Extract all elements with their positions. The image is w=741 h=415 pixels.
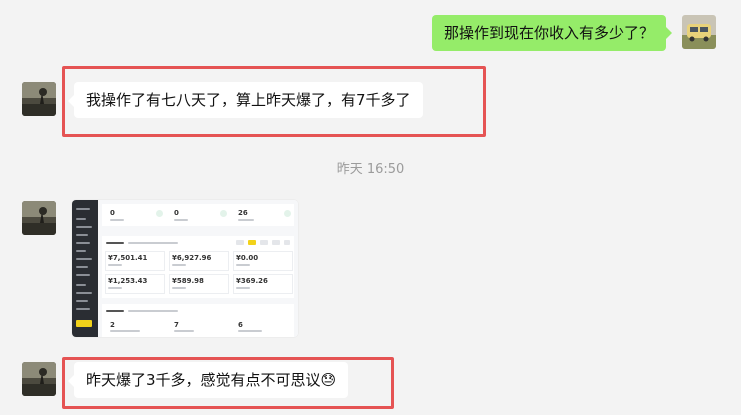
- landscape-photo-icon: [22, 201, 56, 235]
- revenue-value: ¥0.00: [236, 254, 259, 262]
- timestamp: 昨天 16:50: [336, 162, 405, 177]
- bubble-tail: [666, 27, 672, 39]
- contact-avatar[interactable]: [22, 362, 56, 396]
- my-avatar[interactable]: [682, 15, 716, 49]
- revenue-value: ¥7,501.41: [108, 254, 148, 262]
- message-bubble-outgoing[interactable]: 那操作到现在你收入有多少了？: [431, 15, 666, 51]
- stat-value: 0: [174, 209, 179, 217]
- stat-value: 7: [174, 321, 179, 329]
- contact-avatar[interactable]: [22, 201, 56, 235]
- landscape-photo-icon: [22, 82, 56, 116]
- screenshot-image-message[interactable]: 0 0 26 ¥7,501.41 ¥6,927.96 ¥0.00 ¥1,253.…: [72, 200, 298, 337]
- revenue-value: ¥1,253.43: [108, 277, 148, 285]
- dashboard-main: 0 0 26 ¥7,501.41 ¥6,927.96 ¥0.00 ¥1,253.…: [98, 200, 298, 337]
- revenue-value: ¥589.98: [172, 277, 204, 285]
- revenue-value: ¥369.26: [236, 277, 268, 285]
- contact-avatar[interactable]: [22, 82, 56, 116]
- dashboard-sidebar: [72, 200, 98, 337]
- message-text: 那操作到现在你收入有多少了？: [443, 24, 654, 42]
- highlight-box: [62, 66, 486, 137]
- stat-value: 0: [110, 209, 115, 217]
- van-photo-icon: [682, 15, 716, 49]
- stat-value: 26: [238, 209, 248, 217]
- stat-value: 6: [238, 321, 243, 329]
- landscape-photo-icon: [22, 362, 56, 396]
- stat-value: 2: [110, 321, 115, 329]
- revenue-value: ¥6,927.96: [172, 254, 212, 262]
- highlight-box: [62, 357, 394, 409]
